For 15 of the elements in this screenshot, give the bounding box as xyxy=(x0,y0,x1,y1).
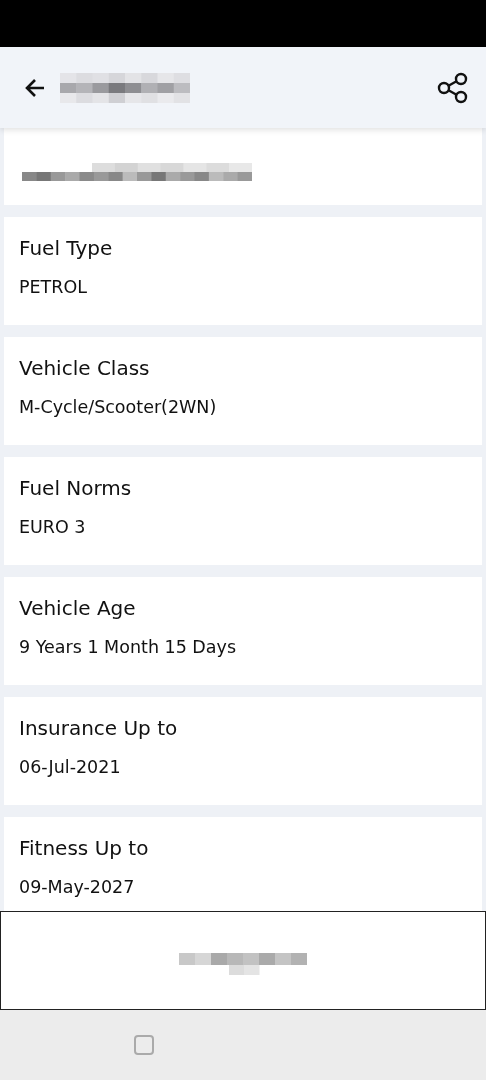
field-label: Vehicle Age xyxy=(19,595,137,621)
ad-banner[interactable] xyxy=(0,911,486,1010)
field-label: Fitness Up to xyxy=(19,835,150,861)
field-value: 06-Jul-2021 xyxy=(19,756,122,779)
field-value: 09-May-2027 xyxy=(19,876,136,899)
field-value: M-Cycle/Scooter(2WN) xyxy=(19,396,218,419)
back-arrow-icon[interactable] xyxy=(24,76,46,99)
field-label: Fuel Type xyxy=(19,235,114,261)
share-icon[interactable] xyxy=(436,70,470,105)
field-label: Vehicle Class xyxy=(19,355,151,381)
field-value: PETROL xyxy=(19,276,88,299)
field-value: 9 Years 1 Month 15 Days xyxy=(19,636,238,659)
field-label: Insurance Up to xyxy=(19,715,179,741)
field-value: EURO 3 xyxy=(19,516,87,539)
field-label: Fuel Norms xyxy=(19,475,133,501)
